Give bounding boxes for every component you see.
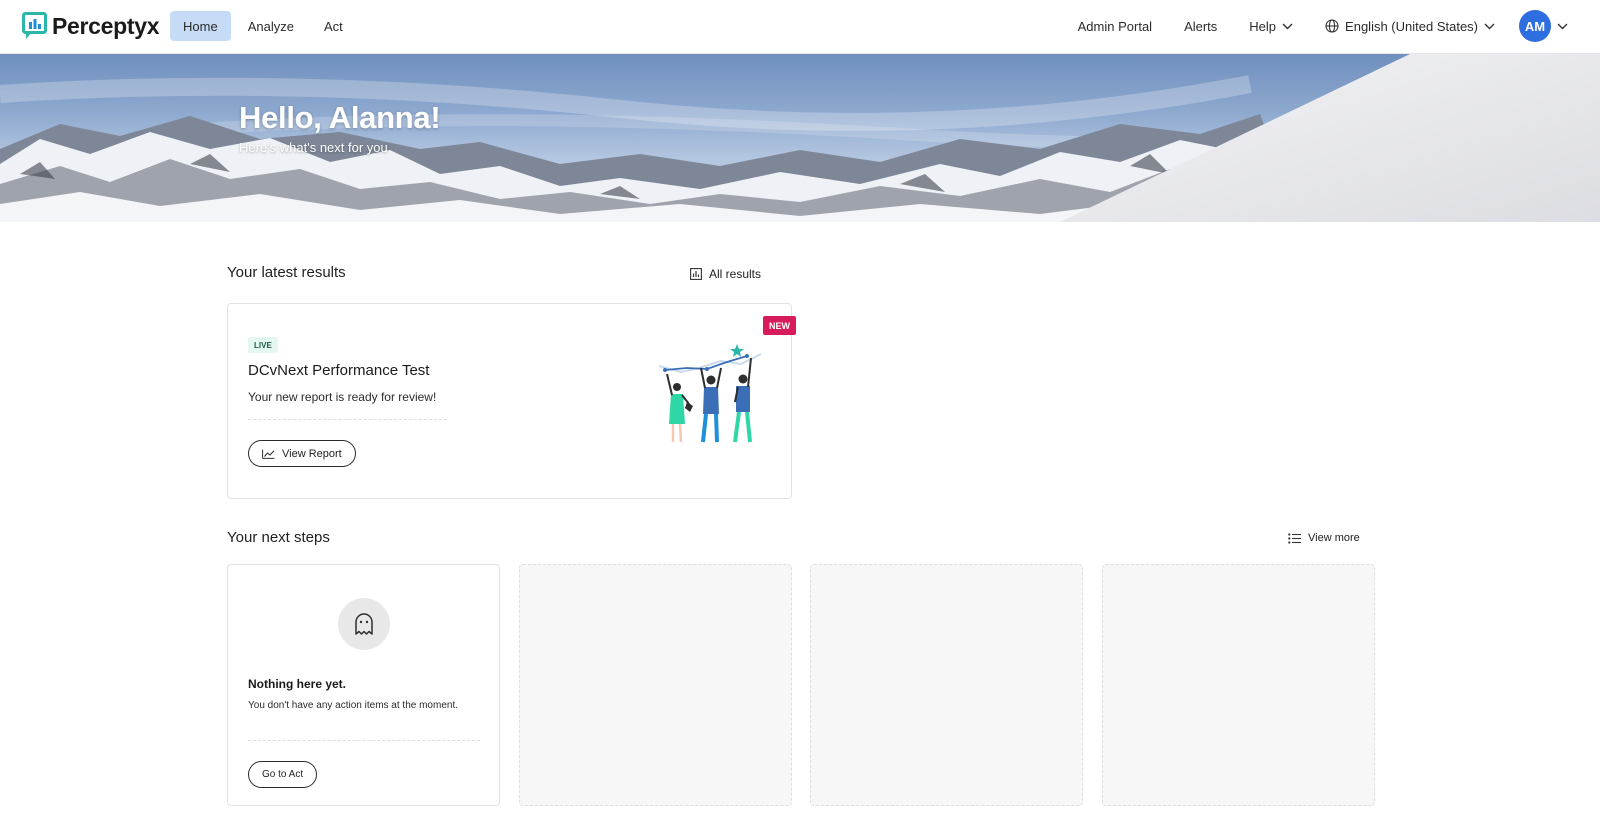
brand-logo[interactable]: Perceptyx	[22, 12, 160, 40]
result-card: LIVE DCvNext Performance Test Your new r…	[227, 303, 792, 499]
alerts-label: Alerts	[1184, 18, 1218, 34]
empty-state-description: You don't have any action items at the m…	[248, 700, 458, 711]
view-more-label: View more	[1308, 532, 1360, 544]
logo-icon	[22, 12, 47, 39]
result-card-title: DCvNext Performance Test	[248, 362, 430, 379]
card-divider	[248, 419, 447, 420]
globe-icon	[1325, 19, 1339, 33]
latest-results-heading: Your latest results	[227, 264, 346, 281]
list-icon	[1288, 532, 1301, 544]
chevron-down-icon	[1484, 23, 1495, 29]
trend-line-icon	[262, 449, 275, 459]
hero-greeting: Hello, Alanna! Here's what's next for yo…	[239, 100, 441, 155]
view-report-label: View Report	[282, 447, 342, 460]
view-more-link[interactable]: View more	[1288, 532, 1360, 544]
team-celebration-illustration	[658, 344, 762, 443]
hero-subtitle: Here's what's next for you	[239, 140, 388, 155]
empty-state-title: Nothing here yet.	[248, 677, 347, 691]
next-steps-heading: Your next steps	[227, 529, 330, 546]
next-step-placeholder-card	[1102, 564, 1375, 806]
admin-portal-link[interactable]: Admin Portal	[1078, 19, 1152, 34]
tab-analyze[interactable]: Analyze	[235, 11, 307, 41]
live-status-tag: LIVE	[248, 337, 278, 353]
ghost-icon-badge	[338, 598, 390, 650]
chevron-down-icon	[1557, 23, 1568, 29]
go-to-act-button[interactable]: Go to Act	[248, 761, 318, 788]
tab-act[interactable]: Act	[311, 11, 356, 41]
help-label: Help	[1249, 18, 1277, 34]
next-step-placeholder-card	[519, 564, 792, 806]
main-tabs: Home Analyze Act	[170, 11, 356, 41]
tab-home[interactable]: Home	[170, 11, 231, 41]
hero-banner: Hello, Alanna! Here's what's next for yo…	[0, 54, 1600, 222]
hero-title: Hello, Alanna!	[239, 100, 441, 135]
brand-name: Perceptyx	[52, 12, 160, 39]
ghost-icon	[355, 613, 373, 635]
language-selector[interactable]: English (United States)	[1325, 19, 1495, 34]
bar-chart-icon	[690, 268, 702, 280]
nav-right-group: Admin Portal Alerts Help English (United…	[1046, 10, 1568, 42]
result-card-description: Your new report is ready for review!	[248, 390, 437, 404]
avatar: AM	[1519, 10, 1551, 42]
new-badge: NEW	[763, 316, 796, 335]
language-label: English (United States)	[1345, 18, 1478, 34]
all-results-link[interactable]: All results	[690, 267, 761, 281]
chevron-down-icon	[1282, 23, 1293, 29]
top-navigation: Perceptyx Home Analyze Act Admin Portal …	[0, 0, 1600, 54]
alerts-link[interactable]: Alerts	[1184, 19, 1217, 34]
go-to-act-label: Go to Act	[262, 769, 304, 780]
next-step-empty-card: Nothing here yet. You don't have any act…	[227, 564, 500, 806]
admin-portal-label: Admin Portal	[1077, 18, 1153, 34]
help-menu[interactable]: Help	[1249, 19, 1293, 34]
view-report-button[interactable]: View Report	[248, 440, 356, 467]
user-menu[interactable]: AM	[1519, 10, 1568, 42]
card-divider	[248, 740, 480, 741]
all-results-label: All results	[709, 267, 762, 281]
next-step-placeholder-card	[810, 564, 1083, 806]
